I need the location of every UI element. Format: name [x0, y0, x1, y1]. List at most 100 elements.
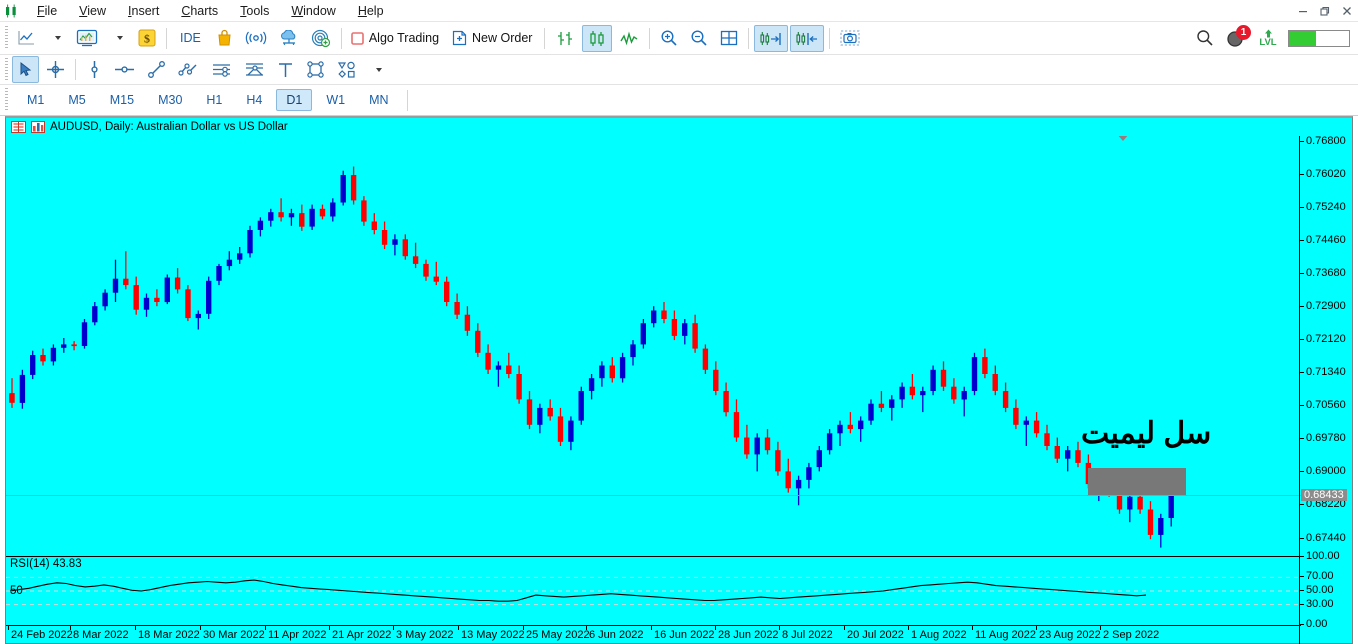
text-tool-button[interactable]	[272, 56, 299, 83]
menu-item-tools[interactable]: Tools	[229, 0, 280, 22]
date-tick-label: 1 Aug 2022	[911, 629, 967, 641]
timeframe-w1[interactable]: W1	[316, 89, 355, 111]
crosshair-tool-button[interactable]	[41, 56, 70, 83]
line-chart-button[interactable]	[614, 25, 644, 52]
tfbar-grip[interactable]	[2, 88, 11, 112]
profiles-button[interactable]	[71, 25, 103, 52]
date-tick-label: 11 Aug 2022	[975, 629, 1036, 641]
screenshot-button[interactable]	[835, 25, 865, 52]
rsi-tick	[1300, 590, 1304, 591]
menu-item-file[interactable]: File	[26, 0, 68, 22]
date-tick	[844, 625, 845, 630]
price-tick	[1300, 207, 1304, 209]
community-button[interactable]	[306, 25, 336, 52]
notifications-button[interactable]: 1	[1221, 24, 1251, 52]
date-tick	[908, 625, 909, 630]
chart-top-marker-icon	[1117, 136, 1129, 141]
level-indicator[interactable]: LVL	[1253, 25, 1283, 52]
vps-button[interactable]	[274, 25, 304, 52]
trendline-by-angle-tool-button[interactable]	[173, 56, 204, 83]
menu-item-insert[interactable]: Insert	[117, 0, 170, 22]
chart-shift-button[interactable]	[790, 24, 825, 52]
rsi-tick-label: 70.00	[1306, 570, 1334, 583]
timeframe-mn[interactable]: MN	[359, 89, 398, 111]
price-tick-label: 0.71340	[1306, 366, 1346, 379]
date-tick-label: 8 Jul 2022	[782, 629, 833, 641]
cursor-tool-button[interactable]	[12, 56, 39, 83]
toolbar-separator	[649, 27, 651, 49]
date-tick-label: 2 Sep 2022	[1103, 629, 1160, 641]
signals-button[interactable]	[240, 25, 272, 52]
date-tick-label: 28 Jun 2022	[718, 629, 779, 641]
toolbar-grip[interactable]	[2, 26, 11, 50]
profiles-dropdown[interactable]	[105, 25, 131, 52]
timeframe-m1[interactable]: M1	[17, 89, 54, 111]
price-tick-label: 0.72900	[1306, 300, 1346, 313]
new-chart-button[interactable]	[12, 25, 41, 52]
vertical-line-tool-button[interactable]	[81, 56, 107, 83]
timeframe-m15[interactable]: M15	[100, 89, 144, 111]
price-pane[interactable]: سل لیمیت	[6, 136, 1301, 554]
timeframe-m5[interactable]: M5	[58, 89, 95, 111]
trendline-tool-button[interactable]	[142, 56, 171, 83]
bar-chart-button[interactable]	[550, 25, 580, 52]
new-chart-dropdown[interactable]	[43, 25, 69, 52]
ide-button[interactable]: IDE	[172, 25, 209, 52]
notifications-badge: 1	[1236, 24, 1251, 40]
price-axis[interactable]: 0.76800 0.76020 0.75240 0.74460 0.73680 0.729…	[1299, 135, 1352, 644]
timeframe-h1[interactable]: H1	[196, 89, 232, 111]
timeframe-m30[interactable]: M30	[148, 89, 192, 111]
rsi-tick-label: 100.00	[1306, 550, 1340, 562]
rsi-tick	[1300, 603, 1304, 605]
menu-item-view[interactable]: View	[68, 0, 117, 22]
menu-bar: File View Insert Charts Tools Window Hel…	[0, 0, 1358, 22]
sell-limit-zone[interactable]	[1088, 468, 1186, 496]
zoom-out-button[interactable]	[685, 25, 713, 52]
price-tick-label: 0.76800	[1306, 135, 1346, 148]
date-tick-label: 23 Aug 2022	[1039, 629, 1101, 641]
algo-trading-button[interactable]: Algo Trading	[347, 25, 446, 52]
menu-item-charts[interactable]: Charts	[170, 0, 229, 22]
vertical-line-icon	[90, 61, 98, 78]
rsi-tick-label: 0.00	[1306, 618, 1328, 630]
equidistant-channel-tool-button[interactable]	[206, 56, 237, 83]
price-tick-label: 0.70560	[1306, 399, 1346, 412]
timeframe-d1[interactable]: D1	[276, 89, 313, 111]
scroll-to-end-button[interactable]	[754, 24, 789, 52]
date-tick	[586, 625, 587, 630]
close-button[interactable]	[1336, 0, 1358, 22]
tfbar-separator	[406, 89, 408, 111]
market-button[interactable]	[211, 25, 238, 52]
menu-item-help[interactable]: Help	[347, 0, 395, 22]
rsi-tick-label: 50.00	[1306, 584, 1334, 596]
metatrader-logo-icon	[0, 0, 26, 22]
shapes-tool-button[interactable]	[332, 56, 362, 83]
timeframe-bar: M1 M5 M15 M30 H1 H4 D1 W1 MN	[0, 85, 1358, 116]
price-tick-label: 0.74460	[1306, 234, 1346, 247]
zoom-in-button[interactable]	[655, 25, 683, 52]
cursor-arrow-icon	[20, 61, 32, 77]
svg-text:$: $	[144, 32, 150, 46]
horizontal-line-tool-button[interactable]	[109, 56, 140, 83]
menu-item-window[interactable]: Window	[280, 0, 346, 22]
rsi-series	[6, 576, 1301, 606]
algo-trading-icon	[351, 31, 364, 45]
shapes-dropdown[interactable]	[364, 56, 390, 83]
date-tick	[715, 625, 716, 630]
new-order-icon	[452, 30, 467, 46]
horizontal-line-icon	[115, 66, 134, 73]
rectangle-tool-button[interactable]	[301, 56, 330, 83]
market-watch-button[interactable]: $	[133, 25, 161, 52]
timeframe-h4[interactable]: H4	[236, 89, 272, 111]
candlestick-chart-button[interactable]	[582, 24, 613, 52]
fibonacci-fan-icon	[246, 63, 263, 76]
rsi-tick	[1300, 576, 1304, 578]
minimize-button[interactable]	[1292, 0, 1314, 22]
drawbar-grip[interactable]	[2, 57, 11, 82]
fibonacci-tool-button[interactable]	[239, 56, 270, 83]
restore-button[interactable]	[1314, 0, 1336, 22]
rsi-pane[interactable]: RSI(14) 43.83 50	[6, 556, 1301, 624]
new-order-button[interactable]: New Order	[448, 25, 539, 52]
grid-button[interactable]	[715, 25, 743, 52]
search-button[interactable]	[1191, 25, 1219, 52]
